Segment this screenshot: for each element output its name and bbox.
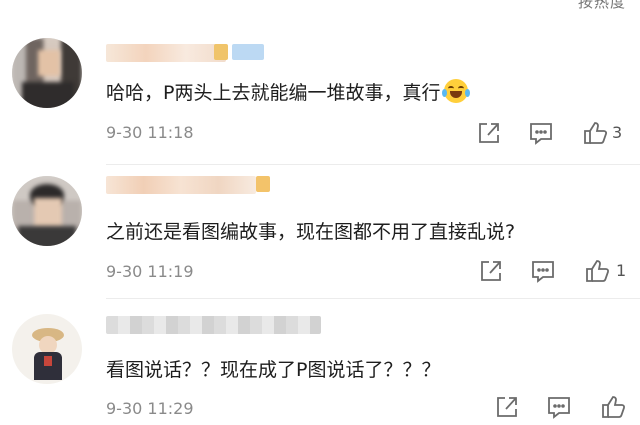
- thumbs-up-icon: [584, 122, 608, 144]
- like-button[interactable]: [584, 258, 610, 284]
- comment-icon: [532, 261, 554, 283]
- comment-time: 9-30 11:19: [106, 262, 194, 281]
- divider: [106, 298, 640, 299]
- comment-time: 9-30 11:29: [106, 399, 194, 418]
- username-blurred[interactable]: [106, 44, 226, 62]
- share-button[interactable]: [478, 258, 504, 284]
- comment-icon: [530, 123, 552, 145]
- avatar[interactable]: [12, 38, 82, 108]
- like-count: 1: [616, 261, 627, 280]
- comment-actions: 3: [470, 120, 640, 148]
- comment-actions: [470, 394, 640, 422]
- comment-text: 之前还是看图编故事，现在图都不用了直接乱说?: [106, 221, 516, 243]
- comment-time: 9-30 11:18: [106, 123, 194, 142]
- reply-button[interactable]: [546, 394, 572, 420]
- share-button[interactable]: [494, 394, 520, 420]
- member-badge: [214, 44, 228, 60]
- like-button[interactable]: [582, 120, 608, 146]
- thumbs-up-icon: [602, 396, 626, 418]
- divider: [106, 164, 640, 165]
- comment-icon: [548, 397, 570, 419]
- share-icon: [497, 397, 517, 417]
- comment-text-content: 哈哈，P两头上去就能编一堆故事，真行: [106, 82, 441, 104]
- member-badge: [256, 176, 270, 192]
- reply-button[interactable]: [528, 120, 554, 146]
- share-icon: [479, 123, 499, 143]
- level-badge: [232, 44, 264, 60]
- comment-actions: 1: [470, 258, 640, 286]
- sort-label[interactable]: 按热度: [578, 0, 626, 10]
- like-count: 3: [612, 123, 623, 142]
- share-icon: [481, 261, 501, 281]
- comment-text: 看图说话？？现在成了P图说话了？？？: [106, 359, 441, 381]
- share-button[interactable]: [476, 120, 502, 146]
- like-button[interactable]: [600, 394, 626, 420]
- username-blurred[interactable]: [106, 316, 321, 334]
- reply-button[interactable]: [530, 258, 556, 284]
- laughing-tears-icon: [442, 79, 471, 103]
- username-blurred[interactable]: [106, 176, 256, 194]
- avatar[interactable]: [12, 176, 82, 246]
- top-strip: 按热度: [0, 0, 640, 10]
- thumbs-up-icon: [586, 260, 610, 282]
- comment-text: 哈哈，P两头上去就能编一堆故事，真行: [106, 78, 471, 105]
- avatar[interactable]: [12, 314, 82, 384]
